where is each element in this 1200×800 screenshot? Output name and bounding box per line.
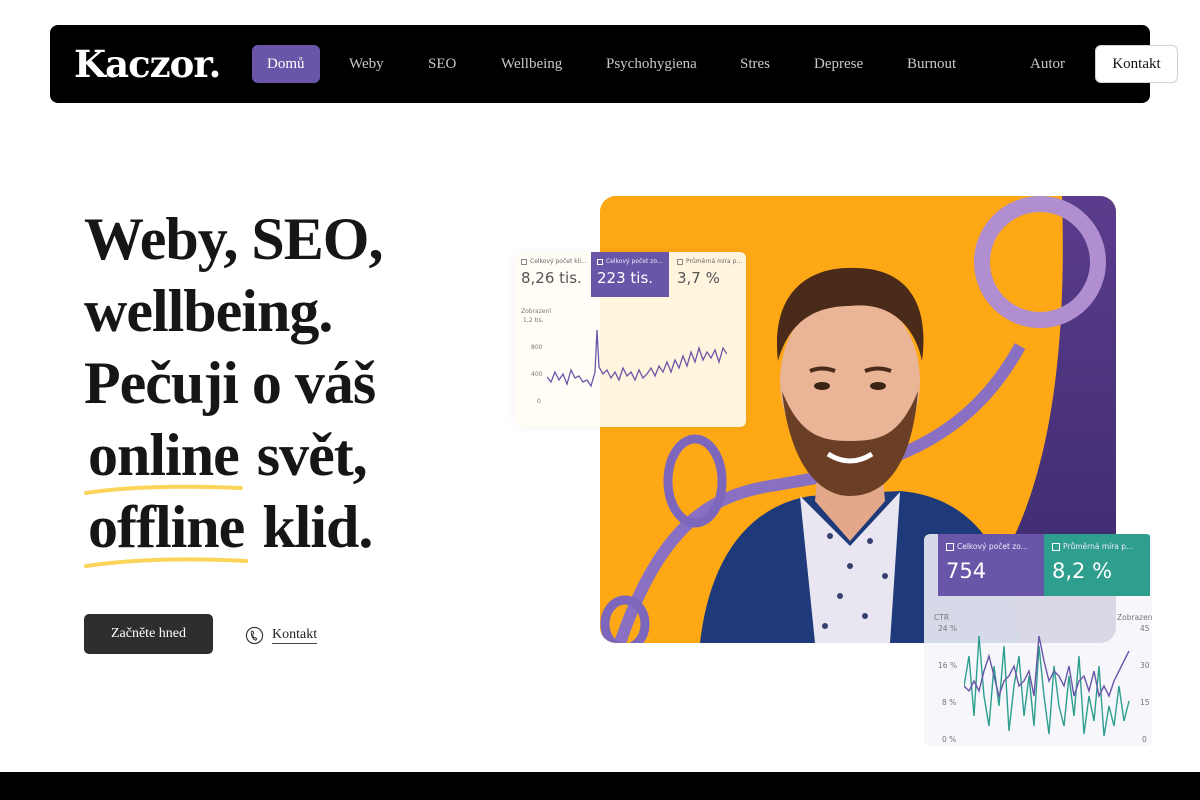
axis-tick: 30 bbox=[1140, 661, 1150, 670]
site-logo[interactable]: Kaczor. bbox=[74, 42, 221, 86]
hero-heading-line-3: Pečuji o váš bbox=[84, 350, 376, 416]
hero-heading-line-2: wellbeing. bbox=[84, 278, 333, 344]
metric-ctr[interactable]: Průměrná míra p... 8,2 % bbox=[1044, 534, 1150, 596]
nav-item-wellbeing[interactable]: Wellbeing bbox=[501, 45, 562, 83]
metric-value: 8,26 tis. bbox=[521, 269, 582, 287]
axis-title: Zobrazení bbox=[521, 308, 552, 315]
highlight-offline-text: offline bbox=[88, 494, 245, 560]
nav-item-deprese[interactable]: Deprese bbox=[814, 45, 863, 83]
yellow-underline-decoration bbox=[84, 557, 249, 568]
checkbox-icon bbox=[597, 258, 603, 265]
contact-link-label: Kontakt bbox=[272, 626, 318, 644]
nav-item-psychohygiena[interactable]: Psychohygiena bbox=[606, 45, 697, 83]
nav-item-burnout[interactable]: Burnout bbox=[907, 45, 956, 83]
left-axis-title: CTR bbox=[934, 613, 950, 622]
nav-item-domu[interactable]: Domů bbox=[252, 45, 320, 83]
impressions-line-chart bbox=[547, 329, 727, 388]
axis-tick: 400 bbox=[531, 371, 543, 378]
search-console-card-top: Celkový počet kli... 8,26 tis. Celkový p… bbox=[515, 252, 746, 427]
metric-label: Průměrná míra p... bbox=[1063, 542, 1134, 551]
nav-item-autor[interactable]: Autor bbox=[1030, 45, 1065, 83]
hero-line-4-rest: svět, bbox=[242, 422, 368, 488]
axis-tick: 0 bbox=[1142, 735, 1147, 744]
metric-ctr[interactable]: Průměrná míra p... 3,7 % bbox=[671, 252, 746, 297]
hero-heading-line-4: online svět, bbox=[84, 420, 368, 495]
axis-tick: 800 bbox=[531, 344, 543, 351]
highlight-online: online bbox=[84, 420, 243, 495]
metric-label: Průměrná míra p... bbox=[686, 258, 743, 265]
axis-tick: 0 bbox=[537, 398, 541, 405]
metric-label: Celkový počet zo... bbox=[957, 542, 1028, 551]
metric-value: 754 bbox=[946, 559, 987, 583]
axis-tick: 24 % bbox=[938, 624, 958, 633]
hero-line-5-rest: klid. bbox=[248, 494, 373, 560]
nav-item-seo[interactable]: SEO bbox=[428, 45, 456, 83]
metric-impressions[interactable]: Celkový počet zo... 223 tis. bbox=[591, 252, 669, 297]
axis-tick: 0 % bbox=[942, 735, 957, 744]
hero-heading-line-5: offline klid. bbox=[84, 492, 373, 568]
highlight-online-text: online bbox=[88, 422, 240, 488]
checkbox-icon bbox=[521, 258, 527, 265]
checkbox-icon bbox=[1052, 542, 1060, 551]
axis-tick: 16 % bbox=[938, 661, 958, 670]
metric-clicks[interactable]: Celkový počet kli... 8,26 tis. bbox=[515, 252, 591, 297]
contact-button[interactable]: Kontakt bbox=[1095, 45, 1178, 83]
metric-impressions[interactable]: Celkový počet zo... 754 bbox=[938, 534, 1044, 596]
metric-value: 223 tis. bbox=[597, 269, 654, 287]
highlight-offline: offline bbox=[84, 492, 249, 568]
nav-item-weby[interactable]: Weby bbox=[349, 45, 384, 83]
search-console-card-bottom: Celkový počet zo... 754 Průměrná míra p.… bbox=[924, 534, 1152, 746]
footer-bar bbox=[0, 772, 1200, 800]
metric-value: 8,2 % bbox=[1052, 559, 1113, 583]
top-navigation: Kaczor. Domů Weby SEO Wellbeing Psychohy… bbox=[50, 25, 1178, 103]
checkbox-icon bbox=[677, 258, 683, 265]
checkbox-icon bbox=[946, 542, 954, 551]
metric-label: Celkový počet kli... bbox=[530, 258, 587, 265]
axis-tick: 8 % bbox=[942, 698, 957, 707]
axis-tick: 15 bbox=[1140, 698, 1150, 707]
start-now-button[interactable]: Začněte hned bbox=[84, 614, 213, 654]
ctr-impressions-line-chart bbox=[964, 635, 1130, 737]
nav-item-stres[interactable]: Stres bbox=[740, 45, 770, 83]
axis-tick: 1,2 tis. bbox=[523, 317, 544, 324]
right-axis-title: Zobrazení bbox=[1117, 613, 1152, 622]
phone-icon bbox=[245, 626, 264, 644]
axis-tick: 45 bbox=[1140, 624, 1150, 633]
hero-heading-line-1: Weby, SEO, bbox=[84, 206, 383, 272]
contact-link[interactable]: Kontakt bbox=[245, 624, 318, 646]
metric-label: Celkový počet zo... bbox=[606, 258, 663, 265]
metric-value: 3,7 % bbox=[677, 269, 720, 287]
